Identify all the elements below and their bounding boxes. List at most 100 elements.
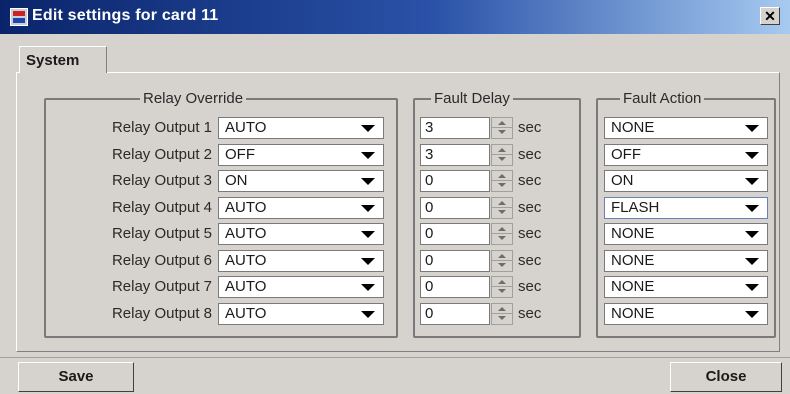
spinner-up-icon[interactable]: [492, 171, 512, 181]
app-icon: [10, 8, 28, 26]
relay-output-4-action-select[interactable]: FLASH: [604, 197, 768, 219]
relay-output-3-delay-spinner: [491, 170, 513, 192]
relay-output-5-delay-unit: sec: [518, 225, 542, 242]
relay-output-7-delay-value: 0: [425, 278, 434, 295]
relay-output-6-delay-unit: sec: [518, 252, 542, 269]
relay-output-1-action-select[interactable]: NONE: [604, 117, 768, 139]
relay-output-1-delay-field[interactable]: 3: [420, 117, 490, 139]
relay-output-1-override-select[interactable]: AUTO: [218, 117, 384, 139]
spinner-up-icon[interactable]: [492, 198, 512, 208]
chevron-down-icon: [361, 284, 375, 291]
relay-output-4-override-select[interactable]: AUTO: [218, 197, 384, 219]
chevron-down-icon: [361, 125, 375, 132]
relay-output-7-override-select[interactable]: AUTO: [218, 276, 384, 298]
relay-output-6-label: Relay Output 6: [111, 252, 212, 269]
spinner-down-icon[interactable]: [492, 314, 512, 324]
spinner-up-icon[interactable]: [492, 277, 512, 287]
relay-output-3-delay-value: 0: [425, 172, 434, 189]
relay-output-4-label: Relay Output 4: [111, 199, 212, 216]
close-icon[interactable]: ✕: [760, 7, 780, 25]
window-title: Edit settings for card 11: [32, 7, 219, 24]
spinner-up-icon[interactable]: [492, 145, 512, 155]
relay-output-4-override-value: AUTO: [225, 199, 267, 216]
relay-output-4-delay-unit: sec: [518, 199, 542, 216]
relay-output-3-override-value: ON: [225, 172, 248, 189]
relay-override-title: Relay Override: [140, 90, 247, 107]
spinner-down-icon[interactable]: [492, 287, 512, 297]
relay-output-1-action-value: NONE: [611, 119, 655, 136]
relay-output-7-action-select[interactable]: NONE: [604, 276, 768, 298]
relay-output-8-delay-field[interactable]: 0: [420, 303, 490, 325]
spinner-up-icon[interactable]: [492, 304, 512, 314]
relay-output-4-delay-spinner: [491, 197, 513, 219]
chevron-down-icon: [361, 231, 375, 238]
relay-output-2-override-select[interactable]: OFF: [218, 144, 384, 166]
spinner-down-icon[interactable]: [492, 261, 512, 271]
spinner-down-icon[interactable]: [492, 128, 512, 138]
relay-output-8-override-select[interactable]: AUTO: [218, 303, 384, 325]
relay-output-2-delay-value: 3: [425, 146, 434, 163]
title-bar: Edit settings for card 11 ✕: [0, 0, 790, 34]
close-button[interactable]: Close: [670, 362, 782, 392]
relay-output-8-action-select[interactable]: NONE: [604, 303, 768, 325]
relay-output-2-label: Relay Output 2: [111, 146, 212, 163]
relay-output-2-delay-field[interactable]: 3: [420, 144, 490, 166]
relay-output-5-label: Relay Output 5: [111, 225, 212, 242]
fault-delay-title: Fault Delay: [431, 90, 513, 107]
relay-output-5-action-value: NONE: [611, 225, 655, 242]
chevron-down-icon: [361, 205, 375, 212]
relay-output-1-delay-spinner: [491, 117, 513, 139]
relay-output-7-override-value: AUTO: [225, 278, 267, 295]
relay-output-5-override-select[interactable]: AUTO: [218, 223, 384, 245]
relay-output-6-action-select[interactable]: NONE: [604, 250, 768, 272]
chevron-down-icon: [745, 205, 759, 212]
relay-output-2-delay-unit: sec: [518, 146, 542, 163]
spinner-up-icon[interactable]: [492, 224, 512, 234]
chevron-down-icon: [745, 125, 759, 132]
relay-output-1-delay-value: 3: [425, 119, 434, 136]
relay-output-7-delay-unit: sec: [518, 278, 542, 295]
spinner-down-icon[interactable]: [492, 155, 512, 165]
relay-output-5-delay-spinner: [491, 223, 513, 245]
relay-output-7-label: Relay Output 7: [111, 278, 212, 295]
relay-output-4-delay-field[interactable]: 0: [420, 197, 490, 219]
chevron-down-icon: [361, 258, 375, 265]
relay-output-5-action-select[interactable]: NONE: [604, 223, 768, 245]
spinner-up-icon[interactable]: [492, 118, 512, 128]
relay-output-3-label: Relay Output 3: [111, 172, 212, 189]
relay-output-1-delay-unit: sec: [518, 119, 542, 136]
chevron-down-icon: [745, 284, 759, 291]
spinner-down-icon[interactable]: [492, 234, 512, 244]
relay-output-8-action-value: NONE: [611, 305, 655, 322]
relay-output-6-override-select[interactable]: AUTO: [218, 250, 384, 272]
relay-output-4-delay-value: 0: [425, 199, 434, 216]
relay-output-7-delay-field[interactable]: 0: [420, 276, 490, 298]
relay-output-3-delay-unit: sec: [518, 172, 542, 189]
relay-output-4-action-value: FLASH: [611, 199, 660, 216]
relay-output-8-delay-spinner: [491, 303, 513, 325]
chevron-down-icon: [745, 258, 759, 265]
relay-output-6-delay-spinner: [491, 250, 513, 272]
save-button[interactable]: Save: [18, 362, 134, 392]
relay-output-1-label: Relay Output 1: [111, 119, 212, 136]
spinner-down-icon[interactable]: [492, 208, 512, 218]
chevron-down-icon: [361, 178, 375, 185]
relay-output-6-delay-field[interactable]: 0: [420, 250, 490, 272]
relay-output-8-label: Relay Output 8: [111, 305, 212, 322]
relay-output-5-delay-field[interactable]: 0: [420, 223, 490, 245]
tab-system[interactable]: System: [19, 46, 107, 73]
relay-output-3-action-select[interactable]: ON: [604, 170, 768, 192]
relay-output-3-override-select[interactable]: ON: [218, 170, 384, 192]
relay-output-2-action-value: OFF: [611, 146, 641, 163]
relay-output-2-delay-spinner: [491, 144, 513, 166]
relay-output-5-override-value: AUTO: [225, 225, 267, 242]
relay-output-8-override-value: AUTO: [225, 305, 267, 322]
spinner-down-icon[interactable]: [492, 181, 512, 191]
relay-output-3-delay-field[interactable]: 0: [420, 170, 490, 192]
chevron-down-icon: [745, 178, 759, 185]
relay-output-7-action-value: NONE: [611, 278, 655, 295]
spinner-up-icon[interactable]: [492, 251, 512, 261]
bottom-separator: [0, 357, 790, 358]
relay-output-2-action-select[interactable]: OFF: [604, 144, 768, 166]
fault-action-title: Fault Action: [620, 90, 705, 107]
